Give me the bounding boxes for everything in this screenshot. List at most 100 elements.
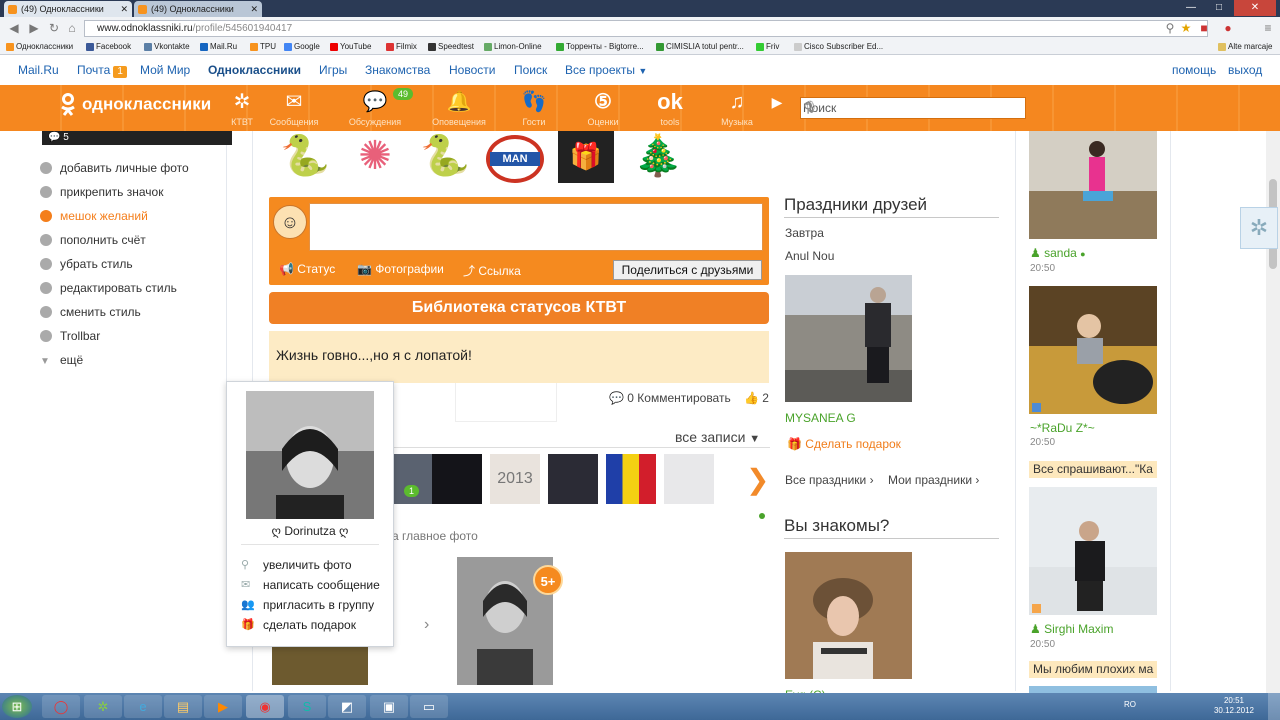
bookmark-item[interactable]: Торренты - Bigtorre... — [556, 39, 644, 54]
close-tab-icon[interactable]: ✕ — [250, 1, 258, 17]
chevron-right-icon[interactable]: › — [424, 616, 429, 634]
my-holidays-link[interactable]: Мои праздники › — [888, 473, 979, 487]
comment-button[interactable]: 💬 0 Комментировать — [609, 391, 731, 405]
music-play-button[interactable]: ▶ — [760, 89, 794, 115]
snake-sticker-icon[interactable]: 🐍 — [275, 131, 335, 183]
app-taskbar-icon[interactable]: ◩ — [328, 695, 366, 718]
all-posts-link[interactable]: все записи ▼ — [675, 429, 760, 445]
nav-dating[interactable]: Знакомства — [365, 55, 430, 86]
menu-edit-style[interactable]: редактировать стиль — [40, 281, 177, 295]
internet-explorer-taskbar-icon[interactable]: e — [124, 695, 162, 718]
nav-odnoklassniki[interactable]: Одноклассники — [208, 55, 301, 86]
gift-sticker-icon[interactable]: 🎁 — [558, 131, 614, 183]
all-holidays-link[interactable]: Все праздники › — [785, 473, 874, 487]
rating-badge[interactable]: 5+ — [533, 565, 563, 595]
nav-search[interactable]: Поиск — [514, 55, 547, 86]
feed-user-name[interactable]: ~*RaDu Z*~ — [1030, 421, 1095, 435]
feed-photo[interactable] — [1029, 487, 1157, 615]
maximize-window-icon[interactable]: □ — [1206, 0, 1232, 16]
menu-remove-style[interactable]: убрать стиль — [40, 257, 133, 271]
feed-photo[interactable] — [1029, 686, 1157, 693]
bookmark-item[interactable]: CIMISLIA totul pentr... — [656, 39, 744, 54]
menu-top-up[interactable]: пополнить счёт — [40, 233, 146, 247]
link-button[interactable]: ⤴ Ссылка — [463, 262, 521, 279]
bookmark-item[interactable]: Filmix — [386, 39, 417, 54]
close-window-icon[interactable]: ✕ — [1234, 0, 1276, 16]
bookmark-item[interactable]: TPU — [250, 39, 276, 54]
photo-thumbnail[interactable] — [664, 454, 714, 504]
zoom-photo-action[interactable]: увеличить фото — [263, 558, 352, 572]
feed-user-name[interactable]: ♟ Sirghi Maxim — [1030, 622, 1113, 636]
search-input[interactable]: Поиск 🎙 ⚲ — [800, 97, 1026, 119]
feed-photo[interactable] — [1029, 286, 1157, 414]
man-badge-icon[interactable]: MAN — [486, 135, 544, 183]
opera-extension-icon[interactable]: ● — [1220, 20, 1236, 36]
system-clock[interactable]: 20:51 30.12.2012 — [1214, 696, 1254, 716]
bookmark-item[interactable]: Google — [284, 39, 320, 54]
close-tab-icon[interactable]: ✕ — [120, 1, 128, 17]
search-icon[interactable]: ⚲ — [803, 99, 1021, 116]
menu-more[interactable]: ▼ ещё — [40, 353, 83, 367]
header-notifications[interactable]: 🔔 Оповещения — [424, 89, 494, 127]
nav-mailru[interactable]: Mail.Ru — [18, 55, 59, 86]
feed-question[interactable]: Все спрашивают..."Ка — [1029, 461, 1157, 478]
header-tools[interactable]: ok tools — [635, 89, 705, 127]
nav-logout[interactable]: выход — [1228, 55, 1262, 86]
chevron-right-icon[interactable]: ❯ — [746, 463, 769, 496]
url-input[interactable]: www.odnoklassniki.ru/profile/54560194041… — [84, 20, 1208, 37]
photos-button[interactable]: 📷 Фотографии — [357, 262, 444, 276]
menu-add-photos[interactable]: добавить личные фото — [40, 161, 189, 175]
browser-tab-inactive[interactable]: (49) Одноклассники ✕ — [134, 1, 262, 17]
nav-mail[interactable]: Почта 1 — [77, 55, 127, 86]
make-gift-link[interactable]: 🎁 Сделать подарок — [787, 437, 901, 451]
photo-thumbnail[interactable] — [606, 454, 656, 504]
browser-tab-active[interactable]: (49) Одноклассники ✕ — [4, 1, 132, 17]
firework-sticker-icon[interactable]: ✺ — [345, 131, 405, 183]
bookmark-star-icon[interactable]: ★ — [1178, 20, 1194, 36]
folder-taskbar-icon[interactable]: ▤ — [164, 695, 202, 718]
friend-name[interactable]: MYSANEA G — [785, 411, 856, 425]
settings-wrench-icon[interactable]: ≡ — [1260, 20, 1276, 36]
window-taskbar-icon[interactable]: ▭ — [410, 695, 448, 718]
bookmark-item[interactable]: Limon-Online — [484, 39, 542, 54]
status-library-button[interactable]: Библиотека статусов КТВТ — [269, 292, 769, 324]
photo-thumbnail[interactable] — [548, 454, 598, 504]
nav-games[interactable]: Игры — [319, 55, 347, 86]
menu-trollbar[interactable]: Trollbar — [40, 329, 100, 343]
nav-all-projects[interactable]: Все проекты ▼ — [565, 55, 647, 87]
album-photo[interactable] — [272, 647, 368, 685]
nav-my-world[interactable]: Мой Мир — [140, 55, 190, 86]
menu-pin-badge[interactable]: прикрепить значок — [40, 185, 163, 199]
reload-icon[interactable]: ↻ — [46, 20, 62, 36]
photo-thumbnail[interactable]: 2013 — [490, 454, 540, 504]
feed-question[interactable]: Мы любим плохих ма — [1029, 661, 1157, 678]
user-popup-avatar[interactable] — [246, 391, 374, 519]
show-desktop-button[interactable] — [1268, 693, 1280, 720]
bookmark-item[interactable]: YouTube — [330, 39, 371, 54]
other-bookmarks[interactable]: Alte marcaje — [1218, 39, 1272, 54]
feed-photo[interactable] — [1029, 131, 1157, 239]
minimize-window-icon[interactable]: — — [1178, 0, 1204, 16]
forward-icon[interactable]: ▶ — [26, 20, 42, 36]
ktvt-widget-icon[interactable]: ✲ — [1240, 207, 1278, 249]
zoom-icon[interactable]: ⚲ — [1162, 20, 1178, 36]
user-popup-name[interactable]: ღ Dorinutza ღ — [227, 524, 393, 538]
write-message-action[interactable]: написать сообщение — [263, 578, 380, 592]
menu-wishlist[interactable]: мешок желаний — [40, 209, 148, 223]
menu-change-style[interactable]: сменить стиль — [40, 305, 141, 319]
utorrent-taskbar-icon[interactable]: ✲ — [84, 695, 122, 718]
chrome-taskbar-icon[interactable]: ◉ — [246, 695, 284, 718]
like-button[interactable]: 👍 2 — [744, 391, 769, 405]
app-taskbar-icon[interactable]: ▣ — [370, 695, 408, 718]
nav-news[interactable]: Новости — [449, 55, 495, 86]
invite-group-action[interactable]: пригласить в группу — [263, 598, 374, 612]
suggested-friend-photo[interactable] — [785, 552, 912, 679]
snake-sticker-icon[interactable]: 🐍 — [415, 131, 475, 183]
bookmark-item[interactable]: Friv — [756, 39, 779, 54]
media-player-taskbar-icon[interactable]: ▶ — [204, 695, 242, 718]
make-gift-action[interactable]: сделать подарок — [263, 618, 356, 632]
share-with-friends-button[interactable]: Поделиться с друзьями — [613, 260, 762, 280]
home-icon[interactable]: ⌂ — [64, 20, 80, 36]
opera-taskbar-icon[interactable]: ◯ — [42, 695, 80, 718]
status-input[interactable] — [309, 203, 763, 251]
